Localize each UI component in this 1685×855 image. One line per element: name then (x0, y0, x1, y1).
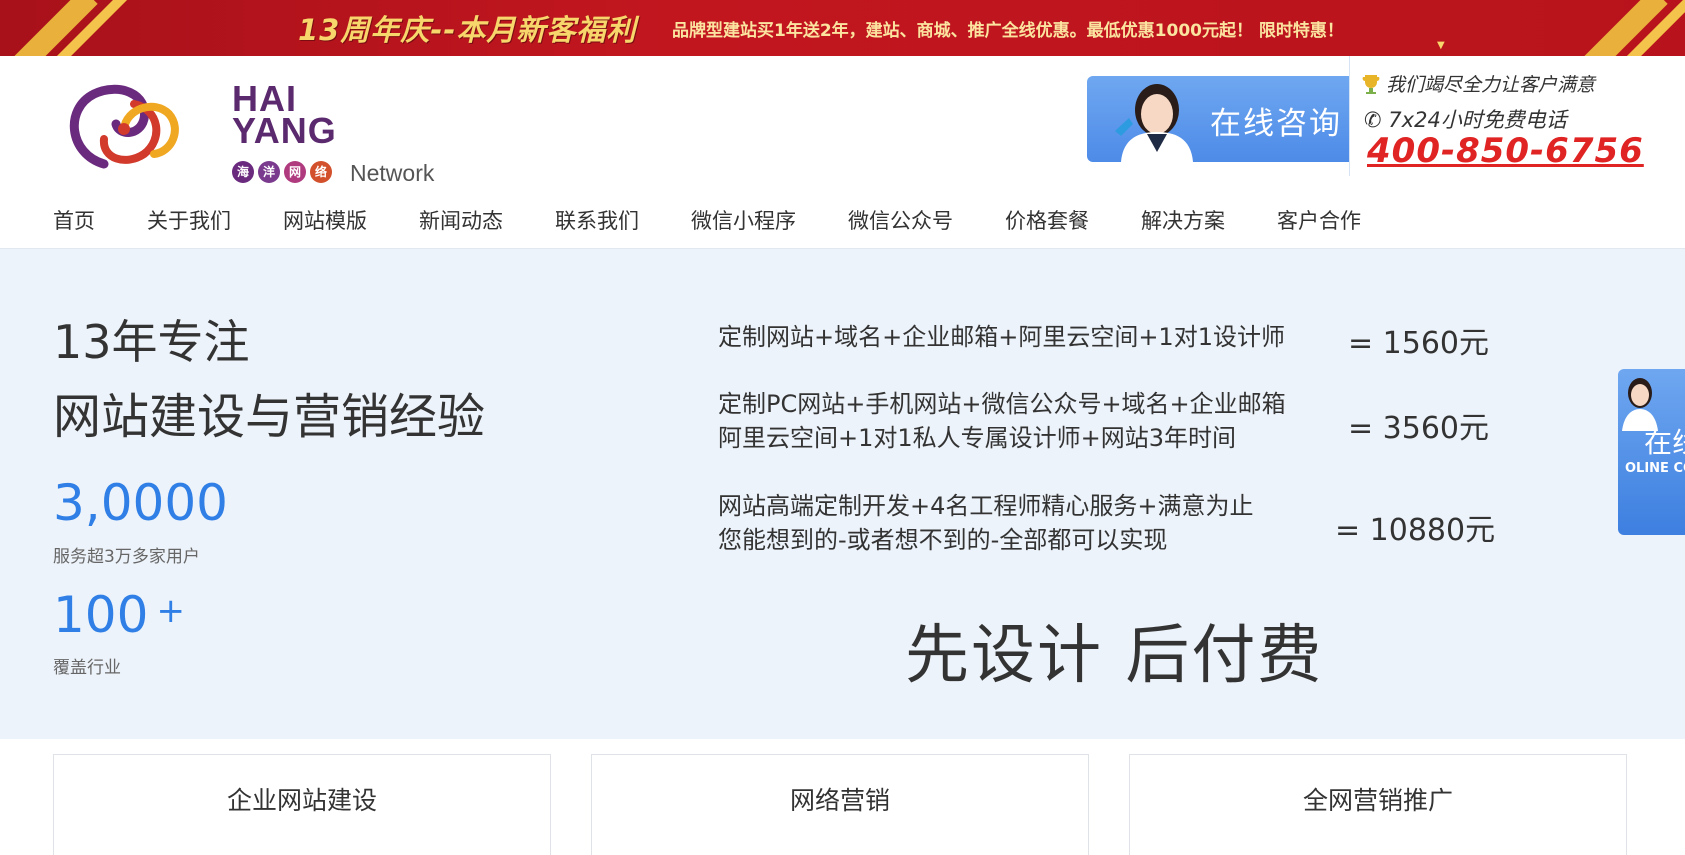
online-consult-button[interactable]: 在线咨询 (1087, 76, 1349, 162)
nav-item-about[interactable]: 关于我们 (147, 205, 231, 235)
logo-badge: 海 (232, 161, 254, 183)
logo-badge: 络 (310, 161, 332, 183)
stat-industries-value: 100 + (53, 586, 185, 644)
hero-section: 13年专注 网站建设与营销经验 3,0000 服务超3万多家用户 100 + 覆盖… (0, 249, 1685, 739)
trophy-icon (1362, 75, 1380, 94)
hero-slogan: 先设计 后付费 (905, 619, 1324, 693)
phone-icon: ✆ (1364, 108, 1382, 132)
logo-badge: 网 (284, 161, 306, 183)
package-line: 定制PC网站+手机网站+微信公众号+域名+企业邮箱 (718, 390, 1286, 418)
package-description: 定制网站+域名+企业邮箱+阿里云空间+1对1设计师 (718, 320, 1285, 354)
package-description: 定制PC网站+手机网站+微信公众号+域名+企业邮箱 阿里云空间+1对1私人专属设… (718, 387, 1286, 455)
logo-badges: 海 洋 网 络 (232, 161, 332, 183)
package-line: 网站高端定制开发+4名工程师精心服务+满意为止 (718, 492, 1254, 520)
nav-item-partners[interactable]: 客户合作 (1277, 205, 1361, 235)
hotline-panel: 我们竭尽全力让客户满意 ✆ 7x24小时免费电话 400-850-6756 (1349, 56, 1643, 176)
hero-title-line1: 13年专注 (53, 315, 250, 369)
online-consult-label: 在线咨询 (1210, 106, 1342, 142)
main-nav: 首页 关于我们 网站模版 新闻动态 联系我们 微信小程序 微信公众号 价格套餐 … (0, 191, 1685, 249)
nav-item-contact[interactable]: 联系我们 (555, 205, 639, 235)
nav-item-home[interactable]: 首页 (53, 205, 95, 235)
service-slogan-text: 我们竭尽全力让客户满意 (1386, 74, 1596, 96)
service-slogan: 我们竭尽全力让客户满意 (1360, 70, 1595, 97)
package-price: = 10880元 (1335, 513, 1496, 548)
package-line: 您能想到的-或者想不到的-全部都可以实现 (718, 526, 1168, 554)
promo-marker-icon: ▼ (1437, 40, 1445, 51)
nav-item-solutions[interactable]: 解决方案 (1141, 205, 1225, 235)
stat-industries-caption: 覆盖行业 (53, 658, 121, 678)
nav-item-templates[interactable]: 网站模版 (283, 205, 367, 235)
logo-network-text: Network (350, 160, 435, 186)
stat-industries-number: 100 (53, 586, 149, 644)
stat-customers-value: 3,0000 (53, 474, 228, 532)
card-full-network-promotion[interactable]: 全网营销推广 (1129, 754, 1627, 855)
swirl-logo-icon (69, 84, 179, 169)
promo-subtext: 品牌型建站买1年送2年，建站、商城、推广全线优惠。最低优惠1000元起！ 限时特… (672, 21, 1344, 41)
card-network-marketing[interactable]: 网络营销 (591, 754, 1089, 855)
stat-industries-suffix: + (156, 591, 185, 631)
service-hours: ✆ 7x24小时免费电话 (1364, 104, 1567, 134)
nav-item-news[interactable]: 新闻动态 (419, 205, 503, 235)
service-hours-text: 7x24小时免费电话 (1388, 108, 1567, 132)
nav-item-pricing[interactable]: 价格套餐 (1005, 205, 1089, 235)
site-logo[interactable]: HAI YANG 海 洋 网 络 Network (64, 74, 434, 194)
package-price: = 1560元 (1348, 326, 1490, 361)
package-description: 网站高端定制开发+4名工程师精心服务+满意为止 您能想到的-或者想不到的-全部都… (718, 489, 1254, 557)
promo-banner[interactable]: 13周年庆--本月新客福利 品牌型建站买1年送2年，建站、商城、推广全线优惠。最… (0, 0, 1685, 56)
package-price: = 3560元 (1348, 411, 1490, 446)
promo-headline: 13周年庆--本月新客福利 (298, 13, 637, 47)
floating-consult-en-label: OLINE CO (1625, 461, 1685, 476)
floating-consult-button[interactable]: 在线 OLINE CO (1618, 369, 1685, 535)
stat-customers-caption: 服务超3万多家用户 (53, 547, 200, 567)
support-agent-avatar (1107, 76, 1207, 162)
nav-item-mini-program[interactable]: 微信小程序 (691, 205, 796, 235)
floating-consult-label: 在线 (1644, 426, 1685, 459)
logo-text-line2: YANG (232, 110, 337, 151)
hero-title-line2: 网站建设与营销经验 (53, 389, 486, 445)
hotline-number[interactable]: 400-850-6756 (1367, 131, 1644, 171)
package-line: 阿里云空间+1对1私人专属设计师+网站3年时间 (718, 424, 1237, 452)
nav-item-official-account[interactable]: 微信公众号 (848, 205, 953, 235)
logo-badge: 洋 (258, 161, 280, 183)
service-cards: 企业网站建设 网络营销 全网营销推广 (0, 739, 1685, 855)
site-header: HAI YANG 海 洋 网 络 Network 在线咨询 我们竭尽全力让客户满… (0, 56, 1685, 191)
package-line: 定制网站+域名+企业邮箱+阿里云空间+1对1设计师 (718, 323, 1285, 351)
card-enterprise-website[interactable]: 企业网站建设 (53, 754, 551, 855)
